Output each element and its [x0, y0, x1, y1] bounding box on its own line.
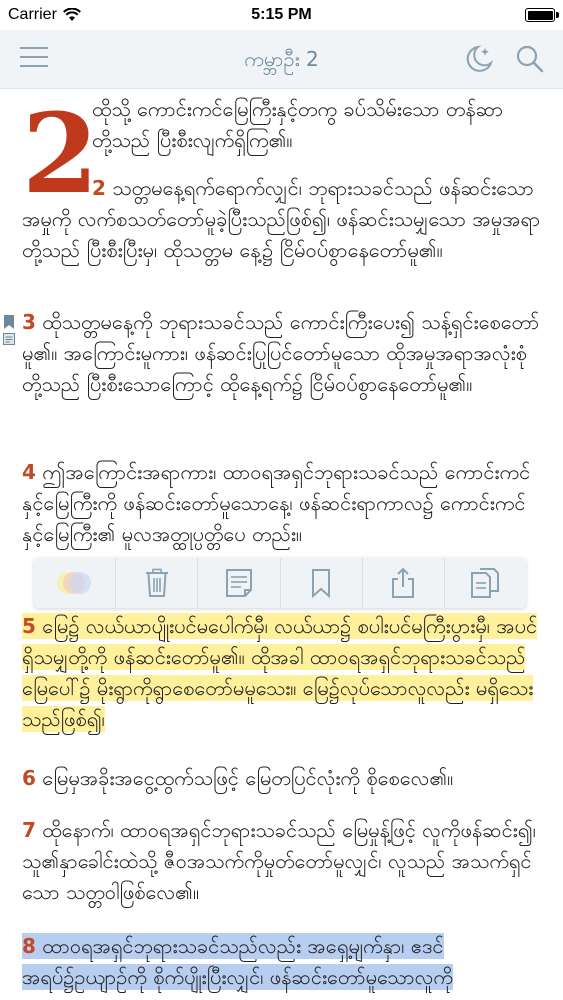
copy-icon — [471, 568, 500, 598]
highlight-blue: 8 ထာဝရအရှင်ဘုရားသခင်သည်လည်း အရှေ့မျက်နှာ… — [22, 933, 453, 990]
copy-button[interactable] — [443, 558, 526, 608]
verse-7[interactable]: 7 ထိုနောက်၊ ထာဝရအရှင်ဘုရားသခင်သည် မြေမှု… — [22, 815, 542, 908]
verse-8[interactable]: 8 ထာဝရအရှင်ဘုရားသခင်သည်လည်း အရှေ့မျက်နှာ… — [22, 931, 542, 993]
delete-button[interactable] — [115, 558, 197, 608]
verse-text: ထိုသတ္တမနေ့ကို ဘုရားသခင်သည် ကောင်းကြီးပေ… — [22, 310, 540, 396]
bookmark-marker-icon[interactable] — [3, 315, 15, 329]
status-bar: Carrier 5:15 PM — [0, 0, 563, 30]
highlight-yellow: 5 မြေ၌ လယ်ယာပျိုးပင်မပေါက်မှီ၊ လယ်ယာ၌ စပ… — [22, 613, 538, 732]
verse-number: 7 — [22, 818, 36, 842]
verse-number: 8 — [22, 934, 36, 958]
trash-icon — [145, 568, 168, 597]
verse-text: မြေ၌ လယ်ယာပျိုးပင်မပေါက်မှီ၊ လယ်ယာ၌ စပါး… — [22, 614, 538, 731]
bookmark-icon — [312, 569, 331, 598]
verse-2[interactable]: 2 သတ္တမနေ့ရက်ရောက်လျှင်၊ ဘုရားသခင်သည် ဖန… — [22, 173, 542, 266]
battery-icon — [525, 8, 559, 22]
share-button[interactable] — [361, 558, 444, 608]
verse-text: မြေမှအခိုးအငွေ့ထွက်သဖြင့် မြေတပြင်လုံးကိ… — [42, 766, 454, 790]
share-icon — [392, 567, 415, 598]
verse-action-toolbar — [34, 558, 526, 608]
status-time: 5:15 PM — [251, 6, 312, 23]
verse-number: 3 — [22, 310, 36, 334]
status-left: Carrier — [0, 6, 81, 24]
color-palette-icon — [56, 572, 91, 594]
verse-number: 6 — [22, 766, 36, 790]
chapter-content[interactable]: 2 ထိုသို့ ကောင်းကင်မြေကြီးနှင့်တကွ ခပ်သိ… — [0, 89, 563, 1000]
note-marker-icon[interactable] — [3, 333, 15, 345]
highlight-color-button[interactable] — [34, 558, 115, 608]
night-mode-icon[interactable] — [462, 42, 496, 76]
verse-text: ဤအကြောင်းအရာကား၊ ထာဝရအရှင်ဘုရားသခင်သည် က… — [22, 460, 531, 546]
navigation-bar: ကမ္ဘာဦး 2 — [0, 30, 563, 89]
verse-1[interactable]: ထိုသို့ ကောင်းကင်မြေကြီးနှင့်တကွ ခပ်သိမ်… — [92, 94, 542, 156]
wifi-icon — [62, 8, 81, 21]
note-button[interactable] — [197, 558, 279, 608]
carrier-label: Carrier — [8, 6, 57, 23]
search-icon[interactable] — [513, 42, 547, 76]
verse-text: ထာဝရအရှင်ဘုရားသခင်သည်လည်း အရှေ့မျက်နှာ၊ … — [22, 934, 453, 989]
verse-3-markers[interactable] — [3, 315, 17, 349]
status-right — [525, 8, 563, 22]
verse-number: 5 — [22, 614, 36, 638]
verse-6[interactable]: 6 မြေမှအခိုးအငွေ့ထွက်သဖြင့် မြေတပြင်လုံး… — [22, 763, 542, 794]
verse-3[interactable]: 3 ထိုသတ္တမနေ့ကို ဘုရားသခင်သည် ကောင်းကြီး… — [22, 307, 542, 400]
verse-number: 2 — [92, 176, 106, 200]
verse-text: ထိုနောက်၊ ထာဝရအရှင်ဘုရားသခင်သည် မြေမှုန့… — [22, 818, 536, 904]
verse-number: 4 — [22, 460, 36, 484]
verse-4[interactable]: 4 ဤအကြောင်းအရာကား၊ ထာဝရအရှင်ဘုရားသခင်သည်… — [22, 457, 542, 550]
note-icon — [225, 569, 252, 597]
verse-5[interactable]: 5 မြေ၌ လယ်ယာပျိုးပင်မပေါက်မှီ၊ လယ်ယာ၌ စပ… — [22, 611, 542, 735]
bookmark-button[interactable] — [279, 558, 362, 608]
